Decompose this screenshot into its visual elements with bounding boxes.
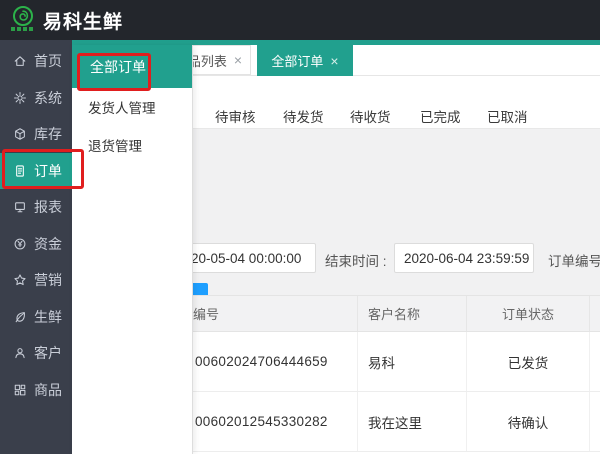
sidebar-item-label: 营销 [34,270,62,290]
end-time-input[interactable] [394,243,534,273]
sidebar-item-label: 生鲜 [34,307,62,327]
sidebar-item-reports[interactable]: 报表 [0,189,72,226]
app-header: 易科生鲜 [0,0,600,40]
orders-submenu: 全部订单 发货人管理 退货管理 [72,45,193,454]
header-customer: 客户名称 [358,296,467,331]
sidebar-item-fresh[interactable]: 生鲜 [0,299,72,336]
app-title: 易科生鲜 [43,7,123,34]
cell-customer: 我在这里 [358,392,467,451]
close-icon[interactable]: × [234,53,242,67]
filter-tab-to-ship[interactable]: 待发货 [283,106,324,126]
money-icon [13,237,27,251]
sidebar-item-inventory[interactable]: 库存 [0,116,72,153]
filter-tab-completed[interactable]: 已完成 [420,106,461,126]
sidebar-item-label: 客户 [34,343,62,363]
home-icon [13,54,27,68]
submenu-item-all-orders[interactable]: 全部订单 [72,45,192,88]
filter-tab-to-receive[interactable]: 待收货 [350,106,391,126]
sidebar-item-label: 系统 [34,88,62,108]
close-icon[interactable]: × [330,54,338,68]
filter-tab-cancelled[interactable]: 已取消 [487,106,528,126]
sidebar-item-marketing[interactable]: 营销 [0,262,72,299]
submenu-item-shipper-management[interactable]: 发货人管理 [72,88,192,126]
sidebar-item-label: 订单 [34,161,62,181]
tab-all-orders[interactable]: 全部订单 × [257,45,353,76]
sidebar-item-label: 资金 [34,234,62,254]
gear-icon [13,91,27,105]
sidebar-item-home[interactable]: 首页 [0,43,72,80]
app-logo [12,5,34,35]
order-no-label: 订单编号 : [548,250,600,270]
submenu-item-label: 发货人管理 [88,97,156,117]
filter-tab-pending-review[interactable]: 待审核 [215,106,256,126]
cell-status: 待确认 [467,392,590,451]
sidebar-item-label: 库存 [34,124,62,144]
header-extra [590,296,600,331]
sidebar-item-label: 商品 [34,380,62,400]
cell-extra [590,392,600,451]
sidebar-item-goods[interactable]: 商品 [0,372,72,409]
logo-swirl-icon [12,5,34,27]
report-icon [13,200,27,214]
tab-label: 全部订单 [271,51,323,70]
sidebar: 首页 系统 库存 订单 报表 资金 营销 生鲜 [0,40,72,454]
order-icon [13,164,27,178]
cell-extra [590,332,600,391]
cell-customer: 易科 [358,332,467,391]
header-status: 订单状态 [467,296,590,331]
goods-icon [13,383,27,397]
sidebar-item-label: 报表 [34,197,62,217]
submenu-item-label: 全部订单 [90,57,146,77]
inventory-icon [13,127,27,141]
marketing-icon [13,273,27,287]
logo-subtext [11,27,35,31]
submenu-item-label: 退货管理 [88,135,142,155]
cell-status: 已发货 [467,332,590,391]
fresh-icon [13,310,27,324]
sidebar-item-system[interactable]: 系统 [0,80,72,117]
end-time-label: 结束时间 : [325,250,387,270]
sidebar-item-funds[interactable]: 资金 [0,226,72,263]
app-frame: 易科生鲜 首页 系统 库存 订单 报表 资金 营销 [0,0,600,454]
sidebar-item-customers[interactable]: 客户 [0,335,72,372]
sidebar-item-label: 首页 [34,51,62,71]
sidebar-item-orders[interactable]: 订单 [0,153,72,190]
customer-icon [13,346,27,360]
submenu-item-returns-management[interactable]: 退货管理 [72,126,192,164]
